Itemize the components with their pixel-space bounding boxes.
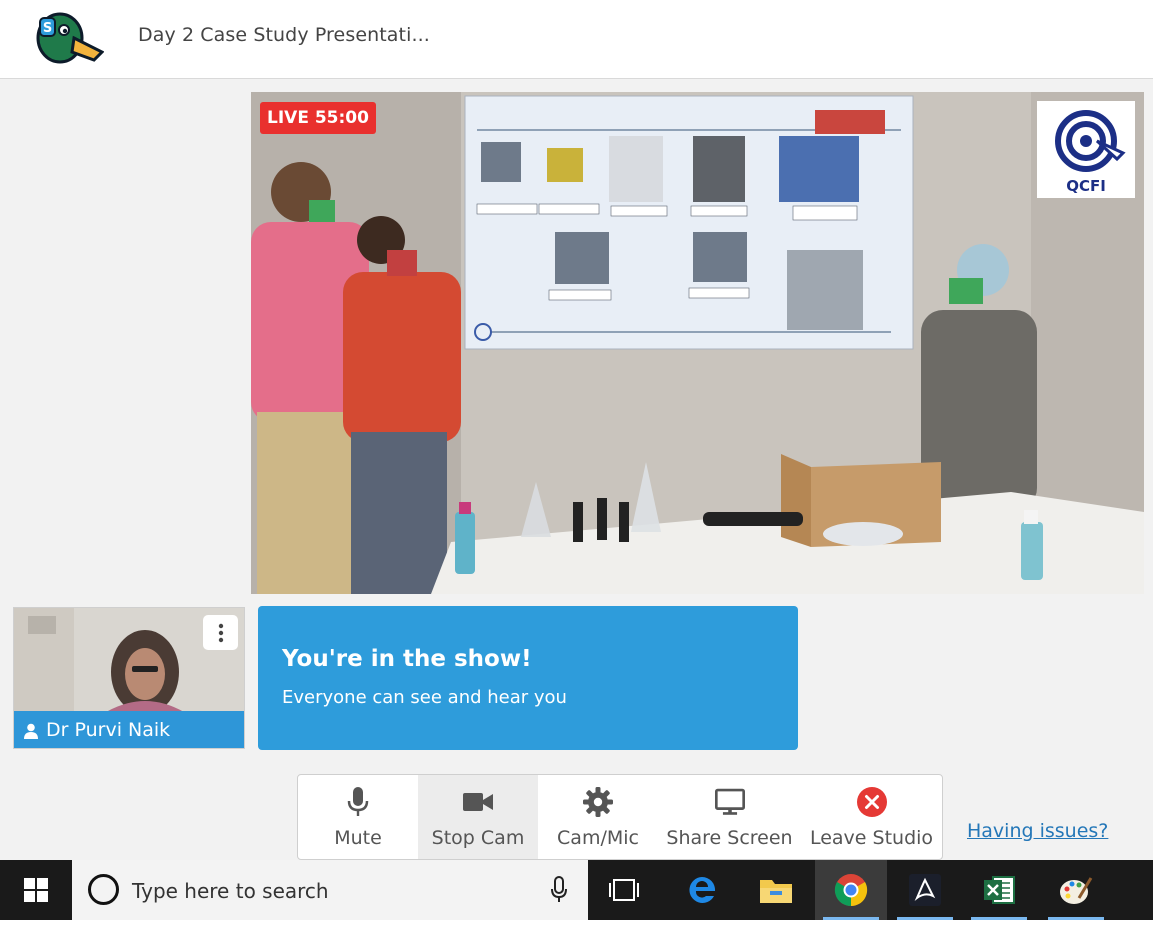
taskbar-chrome[interactable]: [815, 860, 887, 920]
taskbar-file-explorer[interactable]: [740, 860, 812, 920]
acrobat-icon: [909, 874, 941, 906]
participant-menu-button[interactable]: [203, 615, 238, 650]
share-screen-label: Share Screen: [666, 827, 793, 849]
taskbar-excel[interactable]: [963, 860, 1035, 920]
header-bar: S Day 2 Case Study Presentati...: [0, 0, 1153, 79]
mute-button[interactable]: Mute: [298, 775, 418, 859]
share-screen-button[interactable]: Share Screen: [658, 775, 801, 859]
taskbar-search[interactable]: Type here to search: [72, 860, 588, 920]
leave-studio-label: Leave Studio: [809, 827, 934, 849]
start-button[interactable]: [0, 860, 72, 920]
banner-subtitle: Everyone can see and hear you: [282, 687, 567, 708]
live-badge: LIVE 55:00: [260, 102, 376, 134]
video-camera-icon: [463, 787, 493, 817]
participant-name-bar: Dr Purvi Naik: [14, 711, 244, 748]
task-view-icon: [609, 879, 639, 901]
cortana-icon: [88, 874, 119, 905]
taskbar-acrobat[interactable]: [889, 860, 961, 920]
participant-tile[interactable]: Dr Purvi Naik: [13, 607, 245, 749]
excel-icon: [984, 876, 1015, 904]
bottom-strip: [0, 920, 1153, 938]
search-placeholder: Type here to search: [132, 879, 329, 903]
qcfi-logo-text: QCFI: [1066, 177, 1106, 195]
microphone-icon: [343, 787, 373, 817]
task-view-button[interactable]: [588, 860, 660, 920]
person-icon: [24, 723, 38, 739]
stop-cam-button[interactable]: Stop Cam: [418, 775, 538, 859]
duck-logo-icon[interactable]: S: [34, 8, 105, 64]
search-microphone-icon[interactable]: [550, 876, 568, 908]
leave-studio-button[interactable]: Leave Studio: [801, 775, 942, 859]
svg-text:S: S: [43, 21, 52, 36]
chrome-icon: [834, 874, 868, 907]
kebab-menu-icon: [218, 623, 223, 642]
studio-app: S Day 2 Case Study Presentati... LIVE 55…: [0, 0, 1153, 938]
stage-video[interactable]: LIVE 55:00 QCFI: [251, 92, 1144, 594]
monitor-icon: [714, 787, 745, 817]
edge-icon: [689, 876, 716, 903]
windows-taskbar: Type here to search: [0, 860, 1153, 920]
stage-scene: [251, 92, 1144, 594]
mute-label: Mute: [334, 827, 382, 849]
close-circle-icon: [856, 787, 887, 817]
taskbar-edge[interactable]: [666, 860, 738, 920]
file-explorer-icon: [760, 880, 792, 903]
banner-title: You're in the show!: [282, 646, 532, 672]
cam-mic-label: Cam/Mic: [557, 827, 639, 849]
page-title: Day 2 Case Study Presentati...: [138, 24, 430, 46]
in-show-banner: You're in the show! Everyone can see and…: [258, 606, 798, 750]
windows-icon: [24, 878, 48, 902]
qcfi-logo-icon: QCFI: [1037, 101, 1135, 198]
gear-icon: [583, 787, 613, 817]
having-issues-link[interactable]: Having issues?: [967, 820, 1108, 842]
paint-icon: [1060, 877, 1093, 904]
cam-mic-settings-button[interactable]: Cam/Mic: [538, 775, 658, 859]
taskbar-paint[interactable]: [1040, 860, 1112, 920]
stop-cam-label: Stop Cam: [431, 827, 525, 849]
participant-name: Dr Purvi Naik: [46, 719, 171, 741]
studio-toolbar: Mute Stop Cam Cam/Mic Share Screen Leave…: [297, 774, 943, 860]
